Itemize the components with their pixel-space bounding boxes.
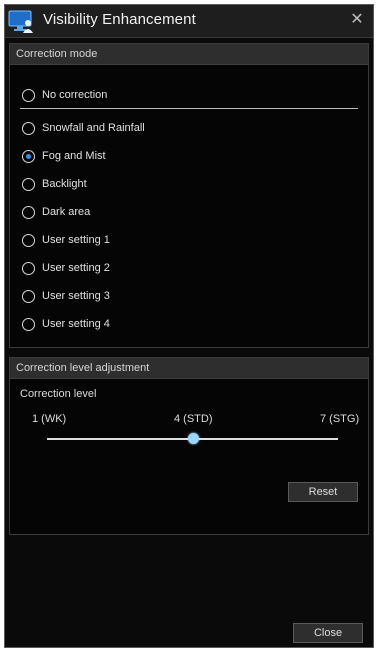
- radio-label: Backlight: [42, 178, 87, 190]
- radio-label: No correction: [42, 89, 108, 101]
- radio-circle[interactable]: [22, 234, 35, 247]
- slider-mid-label: 4 (STD): [174, 413, 213, 425]
- radio-circle[interactable]: [22, 89, 35, 102]
- radio-label: User setting 2: [42, 262, 110, 274]
- radio-circle[interactable]: [22, 206, 35, 219]
- visibility-enhancement-dialog: Visibility Enhancement ✕ Correction mode…: [4, 4, 374, 648]
- radio-label: User setting 1: [42, 234, 110, 246]
- radio-circle[interactable]: [22, 290, 35, 303]
- divider: [20, 108, 358, 109]
- radio-circle[interactable]: [22, 150, 35, 163]
- title-bar: Visibility Enhancement ✕: [5, 5, 373, 38]
- radio-label: Dark area: [42, 206, 91, 218]
- correction-mode-panel: Correction mode No correction Snowfall a…: [9, 43, 369, 348]
- reset-button[interactable]: Reset: [288, 482, 358, 502]
- slider-max-label: 7 (STG): [320, 413, 360, 425]
- slider-min-label: 1 (WK): [32, 413, 67, 425]
- correction-level-panel: Correction level adjustment Correction l…: [9, 357, 369, 535]
- radio-label: User setting 4: [42, 318, 110, 330]
- correction-mode-header: Correction mode: [10, 44, 368, 65]
- radio-label: Snowfall and Rainfall: [42, 122, 145, 134]
- monitor-person-icon: [7, 8, 35, 34]
- radio-label: Fog and Mist: [42, 150, 106, 162]
- close-icon[interactable]: ✕: [347, 10, 367, 30]
- radio-label: User setting 3: [42, 290, 110, 302]
- close-button[interactable]: Close: [293, 623, 363, 643]
- radio-circle[interactable]: [22, 318, 35, 331]
- radio-circle[interactable]: [22, 178, 35, 191]
- radio-circle[interactable]: [22, 122, 35, 135]
- correction-level-label: Correction level: [20, 388, 97, 400]
- correction-level-slider-thumb[interactable]: [187, 433, 199, 444]
- radio-circle[interactable]: [22, 262, 35, 275]
- correction-level-header: Correction level adjustment: [10, 358, 368, 379]
- dialog-title: Visibility Enhancement: [43, 11, 196, 28]
